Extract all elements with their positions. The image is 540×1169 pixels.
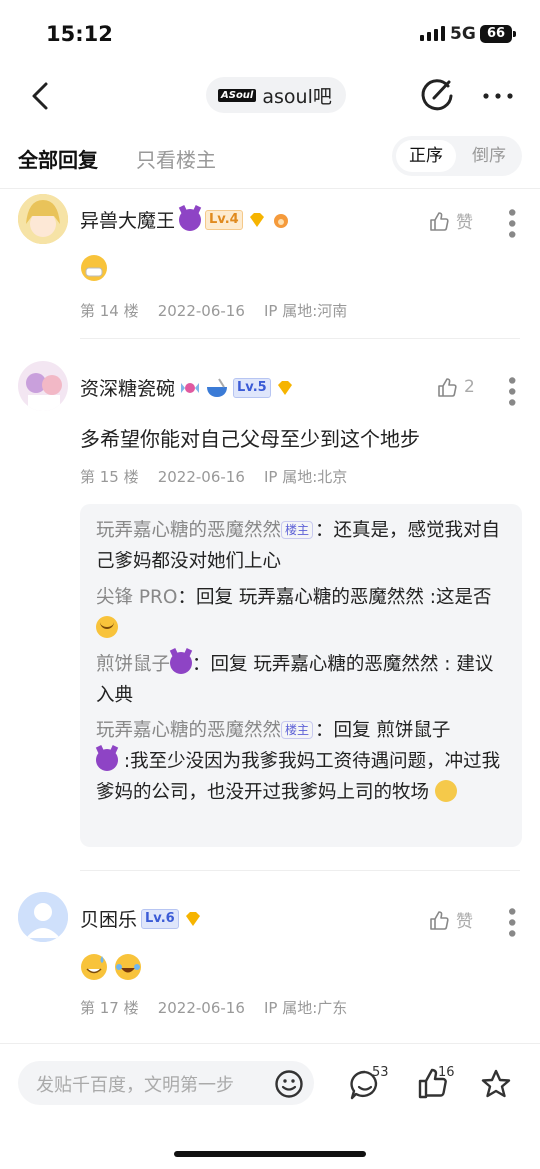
username[interactable]: 异兽大魔王 — [80, 206, 175, 233]
reply-input-placeholder: 发贴千百度，文明第一步 — [36, 1075, 234, 1096]
floor: 第 14 楼 — [80, 302, 139, 320]
tab-owner-only[interactable]: 只看楼主 — [136, 144, 216, 173]
forum-name: asoul吧 — [262, 85, 332, 108]
like-label: 赞 — [456, 213, 473, 233]
reply-author[interactable]: 玩弄嘉心糖的恶魔然然 — [96, 520, 281, 541]
like-icon — [430, 910, 449, 930]
battery-icon: 66 — [480, 25, 512, 43]
reply-author[interactable]: 玩弄嘉心糖的恶魔然然 — [96, 720, 281, 741]
divider — [0, 188, 540, 189]
ip-location: IP 属地:河南 — [263, 302, 348, 320]
gem-icon — [249, 212, 264, 227]
reply-sep: ： — [315, 720, 334, 741]
level-badge: Lv.6 — [141, 908, 179, 929]
owner-tag: 楼主 — [281, 521, 314, 539]
sub-reply[interactable]: 玩弄嘉心糖的恶魔然然 楼主 ：还真是，感觉我对自己爹妈都没对她们上心 — [96, 515, 506, 577]
floor: 第 15 楼 — [80, 468, 139, 486]
like-button[interactable]: 2 — [436, 376, 475, 398]
flame-badge-icon — [273, 213, 288, 228]
status-time: 15:12 — [46, 22, 113, 46]
date: 2022-06-16 — [157, 302, 245, 320]
candy-icon — [181, 382, 200, 393]
like-label: 赞 — [456, 912, 473, 932]
sweat-smile-emoji-icon — [96, 616, 118, 638]
sub-reply[interactable]: 煎饼鼠子 ：回复 玩弄嘉心糖的恶魔然然 : 建议入典 — [96, 649, 506, 711]
gem-icon — [277, 380, 292, 395]
floor: 第 17 楼 — [80, 999, 139, 1017]
signal-icon — [420, 26, 445, 41]
post-14-emoji — [80, 254, 108, 286]
level-badge: Lv.5 — [233, 377, 271, 398]
battery-cap — [513, 31, 516, 37]
post-17-emojis — [80, 953, 142, 981]
reply-sep: ： — [315, 520, 334, 541]
avatar[interactable] — [18, 361, 68, 411]
ip-location: IP 属地:北京 — [263, 468, 348, 486]
more-dots-icon[interactable]: ••• — [498, 905, 523, 938]
post-15-meta: 第 15 楼 2022-06-16 IP 属地:北京 — [80, 466, 347, 487]
post-17-header: 贝困乐 Lv.6 — [80, 905, 203, 932]
reply-sep: ： — [177, 587, 196, 608]
ip-location: IP 属地:广东 — [263, 999, 348, 1017]
like-count: 2 — [464, 377, 475, 397]
bowl-icon — [207, 377, 228, 397]
sort-descending[interactable]: 倒序 — [460, 140, 518, 172]
forum-name-pill[interactable]: ASoul asoul吧 — [206, 77, 346, 113]
divider — [80, 870, 520, 871]
divider — [80, 338, 520, 339]
devil-emoji-icon — [170, 652, 193, 674]
post-14-header: 异兽大魔王 Lv.4 — [80, 206, 291, 233]
avatar[interactable] — [18, 892, 68, 942]
date: 2022-06-16 — [157, 999, 245, 1017]
post-17-meta: 第 17 楼 2022-06-16 IP 属地:广东 — [80, 997, 347, 1018]
smile-icon[interactable] — [274, 1069, 304, 1099]
more-dots-icon[interactable]: ••• — [498, 206, 523, 239]
devil-emoji-icon — [96, 749, 118, 771]
devil-emoji-icon — [179, 208, 202, 231]
like-icon — [438, 378, 457, 397]
like-button[interactable]: 赞 — [428, 208, 473, 233]
gem-icon — [185, 911, 200, 926]
back-icon[interactable] — [24, 78, 64, 118]
sort-ascending[interactable]: 正序 — [396, 140, 456, 172]
network-label: 5G — [450, 24, 476, 44]
username[interactable]: 贝困乐 — [80, 905, 137, 932]
owner-tag: 楼主 — [281, 721, 314, 739]
more-icon[interactable] — [480, 86, 516, 106]
tears-of-joy-emoji-icon — [115, 954, 141, 980]
post-15-header: 资深糖瓷碗 Lv.5 — [80, 374, 295, 401]
home-indicator — [174, 1151, 366, 1157]
sub-reply[interactable]: 尖锋 PRO：回复 玩弄嘉心糖的恶魔然然 :这是否 — [96, 582, 506, 644]
reply-author[interactable]: 尖锋 PRO — [96, 587, 177, 608]
reply-text: 回复 玩弄嘉心糖的恶魔然然 :这是否 — [195, 587, 492, 608]
like-icon — [430, 211, 449, 231]
more-dots-icon[interactable]: ••• — [498, 374, 523, 407]
sweat-smile-emoji-icon — [81, 954, 107, 980]
thinking-emoji-icon — [434, 780, 457, 802]
avatar[interactable] — [18, 194, 68, 244]
post-14-meta: 第 14 楼 2022-06-16 IP 属地:河南 — [80, 300, 347, 321]
star-icon[interactable] — [480, 1068, 512, 1100]
username[interactable]: 资深糖瓷碗 — [80, 374, 175, 401]
reply-text: 回复 煎饼鼠子 — [333, 720, 451, 741]
date: 2022-06-16 — [157, 468, 245, 486]
sub-reply[interactable]: 玩弄嘉心糖的恶魔然然 楼主 ：回复 煎饼鼠子 :我至少没因为我爹我妈工资待遇问题，冲… — [96, 715, 506, 808]
mask-emoji-icon — [81, 255, 107, 281]
divider — [0, 1043, 540, 1044]
like-count: 16 — [438, 1065, 455, 1080]
tab-all-replies[interactable]: 全部回复 — [18, 144, 98, 173]
edit-icon[interactable] — [418, 76, 456, 114]
reply-author[interactable]: 煎饼鼠子 — [96, 654, 170, 675]
comment-count: 53 — [372, 1065, 389, 1080]
forum-logo: ASoul — [218, 88, 257, 102]
like-button[interactable]: 赞 — [428, 907, 473, 932]
reply-sep: ： — [192, 654, 211, 675]
level-badge: Lv.4 — [205, 209, 243, 230]
post-15-text: 多希望你能对自己父母至少到这个地步 — [80, 427, 420, 451]
